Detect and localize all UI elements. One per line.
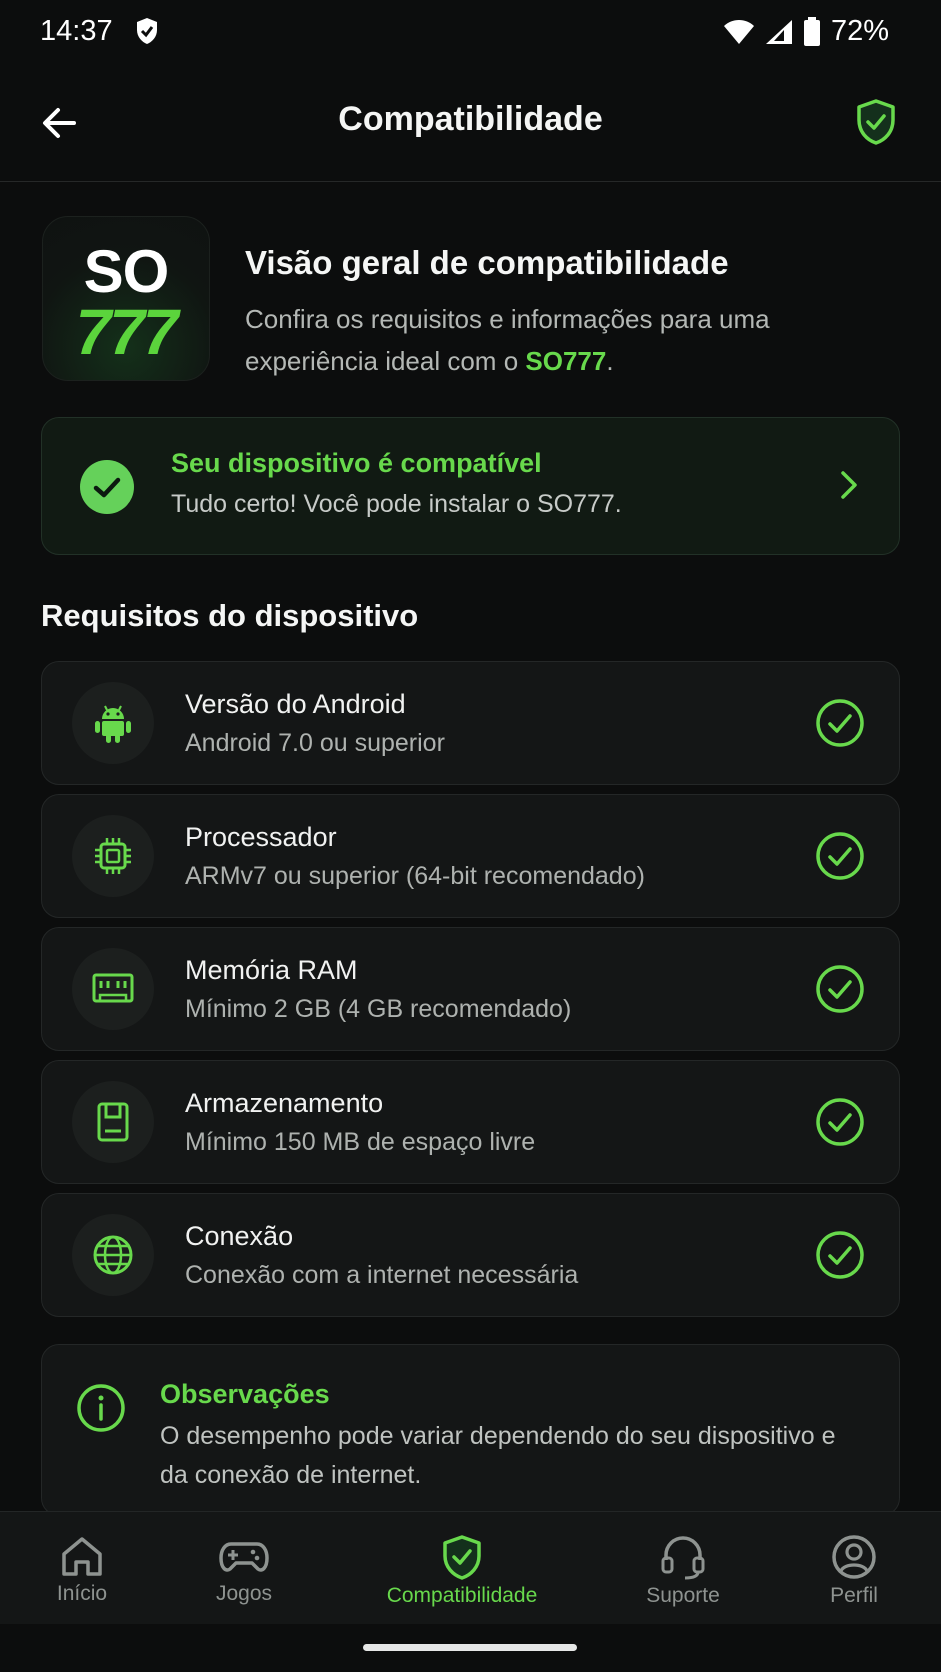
nav-label: Início [56, 1582, 108, 1605]
ram-icon [72, 948, 154, 1030]
nav-label: Perfil [830, 1584, 878, 1607]
nav-label: Suporte [646, 1584, 720, 1607]
check-circle-icon [816, 699, 864, 747]
app-logo: SO 777 [42, 216, 210, 381]
battery-icon [803, 16, 820, 46]
requirement-title: Processador [185, 822, 337, 852]
nav-item-compatibilidade[interactable]: Compatibilidade [362, 1512, 562, 1624]
notes-title: Observações [160, 1379, 330, 1409]
overview-title: Visão geral de compatibilidade [245, 244, 729, 281]
requirement-processor: Processador ARMv7 ou superior (64-bit re… [41, 794, 900, 918]
gesture-home-bar[interactable] [363, 1644, 577, 1651]
nav-label: Compatibilidade [386, 1584, 538, 1607]
nav-item-suporte[interactable]: Suporte [623, 1512, 743, 1624]
requirements-heading: Requisitos do dispositivo [41, 598, 419, 633]
user-icon [832, 1535, 876, 1579]
wifi-icon [723, 19, 754, 44]
overview-desc-suffix: . [606, 346, 614, 376]
nav-item-perfil[interactable]: Perfil [794, 1512, 914, 1624]
gamepad-icon [219, 1542, 269, 1572]
check-circle-icon [816, 832, 864, 880]
nav-item-jogos[interactable]: Jogos [184, 1512, 304, 1624]
requirement-title: Versão do Android [185, 689, 406, 719]
app-bar: Compatibilidade [0, 66, 941, 182]
requirement-storage: Armazenamento Mínimo 150 MB de espaço li… [41, 1060, 900, 1184]
android-icon [72, 682, 154, 764]
status-bar: 14:37 72% [0, 0, 941, 66]
check-circle-icon [816, 1098, 864, 1146]
shield-check-icon [443, 1535, 481, 1580]
status-right: 72% [723, 15, 889, 48]
storage-icon [72, 1081, 154, 1163]
requirement-subtitle: Mínimo 150 MB de espaço livre [185, 1128, 536, 1156]
status-time: 14:37 [40, 15, 113, 47]
globe-icon [72, 1214, 154, 1296]
vpn-shield-icon [137, 18, 157, 44]
signal-icon [765, 19, 792, 44]
check-circle-icon [816, 1231, 864, 1279]
battery-percent: 72% [830, 15, 889, 47]
page-title: Compatibilidade [338, 100, 603, 138]
requirement-subtitle: Conexão com a internet necessária [185, 1261, 579, 1289]
check-circle-icon [816, 965, 864, 1013]
home-icon [62, 1537, 102, 1576]
headset-icon [661, 1536, 705, 1580]
shield-check-icon[interactable] [855, 98, 897, 146]
nav-item-inicio[interactable]: Início [22, 1512, 142, 1624]
compatible-subtitle: Tudo certo! Você pode instalar o SO777. [171, 490, 622, 518]
notes-card: Observações O desempenho pode variar dep… [41, 1344, 900, 1516]
nav-label: Jogos [215, 1582, 273, 1605]
cpu-icon [72, 815, 154, 897]
requirement-connection: Conexão Conexão com a internet necessári… [41, 1193, 900, 1317]
compatible-title: Seu dispositivo é compatível [171, 448, 542, 478]
bottom-navigation: Início Jogos Compatibilidade Suporte Per… [0, 1511, 941, 1624]
compatibility-status-card[interactable]: Seu dispositivo é compatível Tudo certo!… [41, 417, 900, 555]
notes-text: O desempenho pode variar dependendo do s… [160, 1422, 836, 1489]
requirement-subtitle: ARMv7 ou superior (64-bit recomendado) [185, 862, 645, 890]
overview-desc-text: Confira os requisitos e informações para… [245, 304, 770, 376]
overview-desc-brand: SO777 [525, 346, 607, 376]
requirement-subtitle: Mínimo 2 GB (4 GB recomendado) [185, 995, 572, 1023]
logo-text-bottom: 777 [75, 296, 179, 368]
chevron-right-icon [841, 471, 857, 499]
requirement-android-version: Versão do Android Android 7.0 ou superio… [41, 661, 900, 785]
requirement-subtitle: Android 7.0 ou superior [185, 729, 445, 757]
requirement-title: Conexão [185, 1221, 294, 1251]
requirement-title: Armazenamento [185, 1088, 384, 1118]
requirement-title: Memória RAM [185, 955, 358, 985]
overview-description: Confira os requisitos e informações para… [245, 298, 865, 382]
compatible-check-icon [80, 460, 134, 514]
requirement-ram: Memória RAM Mínimo 2 GB (4 GB recomendad… [41, 927, 900, 1051]
info-icon [77, 1384, 125, 1432]
